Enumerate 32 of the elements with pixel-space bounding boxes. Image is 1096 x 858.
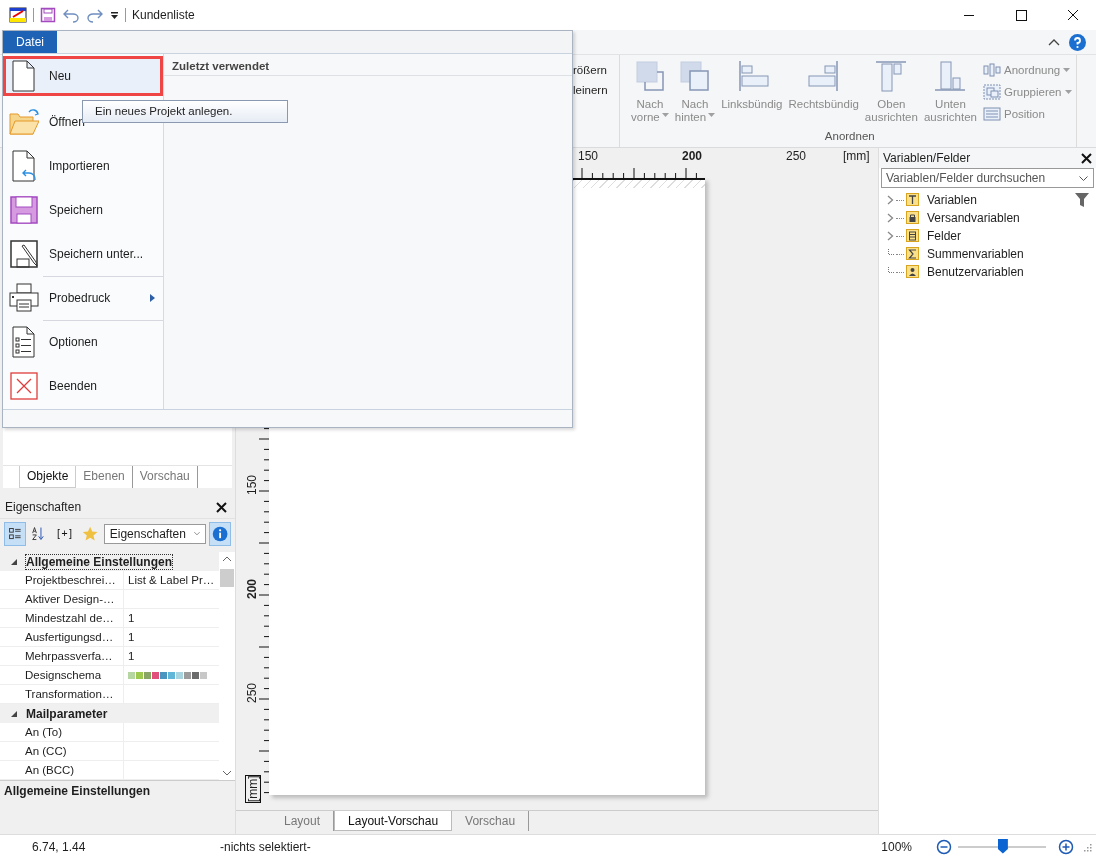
property-name: Mindestzahl de…	[0, 609, 124, 627]
tooltip: Ein neues Projekt anlegen.	[82, 100, 288, 123]
property-value: 1	[128, 650, 135, 662]
ruler-label: 150	[578, 149, 599, 163]
property-name: Designschema	[0, 666, 124, 684]
property-name: Mehrpassverfa…	[0, 647, 124, 665]
property-name: Transformation…	[0, 685, 124, 703]
selection-status: -nichts selektiert-	[220, 839, 311, 854]
group-label: Anordnen	[823, 130, 876, 144]
ruler-label: 200	[682, 149, 703, 163]
property-name: An (BCC)	[0, 761, 124, 779]
property-name: An (CC)	[0, 742, 124, 760]
property-name: Projektbeschrei…	[0, 571, 124, 589]
ruler-label: 250	[786, 149, 807, 163]
property-value: List & Label Pr…	[128, 574, 215, 586]
window-title: Kundenliste	[132, 8, 195, 22]
ruler-unit: [mm]	[843, 149, 870, 163]
property-name: Aktiver Design-…	[0, 590, 124, 608]
ruler-label: 250	[245, 682, 259, 705]
property-description: Allgemeine Einstellungen	[0, 780, 235, 801]
property-value: 1	[128, 612, 135, 624]
cursor-position: 6.74, 1.44	[31, 839, 87, 854]
recent-heading: Zuletzt verwendet	[164, 54, 572, 76]
ruler-unit: [mm]	[245, 775, 261, 803]
property-name: An (To)	[0, 723, 124, 741]
ruler-label: 150	[245, 474, 259, 497]
panel-title: Eigenschaften	[5, 500, 82, 514]
panel-title: Variablen/Felder	[883, 151, 971, 165]
ruler-label: 200	[245, 578, 259, 601]
property-name: Ausfertigungsd…	[0, 628, 124, 646]
property-value: 1	[128, 631, 135, 643]
zoom-percentage: 100%	[881, 839, 912, 854]
